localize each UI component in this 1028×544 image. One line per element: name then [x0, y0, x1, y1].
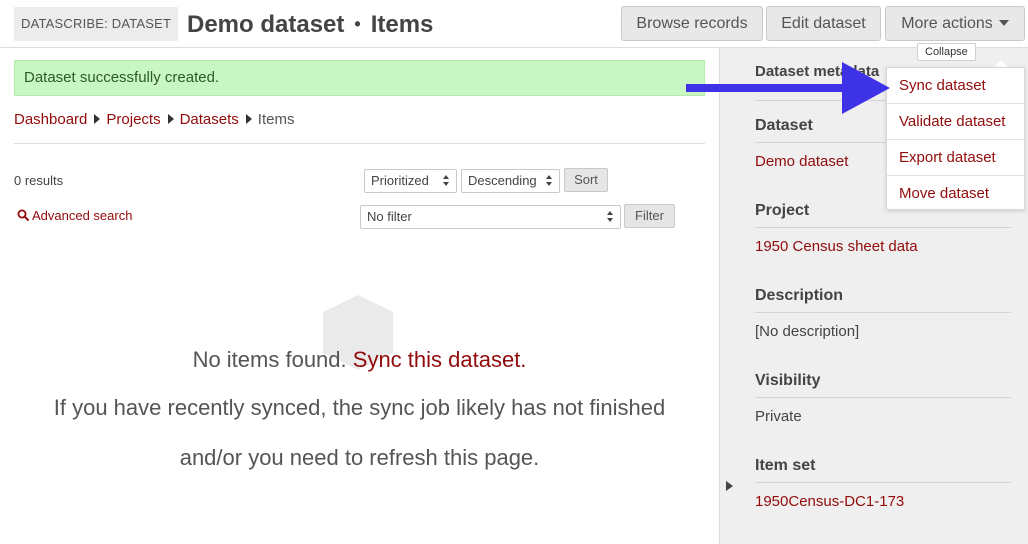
- select-arrows-icon: [546, 174, 553, 188]
- more-actions-label: More actions: [901, 15, 993, 32]
- breadcrumb-separator-icon: [167, 114, 174, 124]
- sort-button[interactable]: Sort: [564, 168, 608, 192]
- menu-item-validate-dataset[interactable]: Validate dataset: [887, 104, 1026, 140]
- success-message: Dataset successfully created.: [14, 60, 705, 96]
- empty-message-detail: If you have recently synced, the sync jo…: [53, 395, 666, 420]
- search-icon: [17, 209, 29, 221]
- menu-item-sync-dataset[interactable]: Sync dataset: [887, 68, 1026, 104]
- menu-item-move-dataset[interactable]: Move dataset: [887, 176, 1026, 212]
- breadcrumb-dashboard[interactable]: Dashboard: [14, 111, 87, 128]
- breadcrumb-projects[interactable]: Projects: [106, 111, 160, 128]
- sync-dataset-link[interactable]: Sync this dataset.: [353, 347, 527, 372]
- visibility-label: Visibility: [755, 372, 821, 389]
- sort-by-select[interactable]: Prioritized: [364, 169, 457, 193]
- select-arrows-icon: [443, 174, 450, 188]
- visibility-value: Private: [755, 408, 802, 425]
- dropdown-notch: [994, 60, 1008, 67]
- project-value-link[interactable]: 1950 Census sheet data: [755, 238, 918, 255]
- sidebar-divider: [755, 482, 1011, 483]
- more-actions-button[interactable]: More actions: [885, 6, 1025, 41]
- empty-message-detail: and/or you need to refresh this page.: [179, 445, 540, 470]
- edit-dataset-button[interactable]: Edit dataset: [766, 6, 881, 41]
- sidebar-divider: [755, 227, 1011, 228]
- select-arrows-icon: [607, 210, 614, 224]
- sort-by-value: Prioritized: [371, 173, 429, 188]
- description-value: [No description]: [755, 323, 860, 340]
- page-header: DATASCRIBE: DATASET Demo dataset • Items B…: [0, 0, 1028, 48]
- description-label: Description: [755, 287, 844, 304]
- dataset-label: Dataset: [755, 117, 813, 134]
- module-label: DATASCRIBE: DATASET: [14, 7, 179, 41]
- filter-select[interactable]: No filter: [360, 205, 621, 229]
- dataset-title: Demo dataset: [187, 11, 345, 38]
- divider: [14, 143, 705, 144]
- filter-button[interactable]: Filter: [624, 204, 675, 228]
- caret-down-icon: [998, 20, 1009, 26]
- collapse-tooltip: Collapse: [917, 43, 976, 61]
- dataset-value-link[interactable]: Demo dataset: [755, 153, 848, 170]
- breadcrumb-separator-icon: [94, 114, 101, 124]
- title-separator: •: [354, 14, 361, 34]
- empty-message-text: No items found.: [192, 347, 347, 372]
- menu-item-export-dataset[interactable]: Export dataset: [887, 140, 1026, 176]
- more-actions-menu: Sync dataset Validate dataset Export dat…: [886, 67, 1026, 212]
- project-label: Project: [755, 202, 810, 219]
- breadcrumb-separator-icon: [245, 114, 252, 124]
- breadcrumb: Dashboard Projects Datasets Items: [14, 110, 294, 130]
- boxes-icon: [323, 295, 393, 370]
- sort-order-value: Descending: [468, 173, 537, 188]
- item-set-label: Item set: [755, 457, 816, 474]
- page-title: Demo dataset • Items: [187, 8, 433, 41]
- item-set-value-link[interactable]: 1950Census-DC1-173: [755, 493, 904, 510]
- sidebar-divider: [755, 397, 1011, 398]
- breadcrumb-current: Items: [257, 111, 295, 128]
- page-subtitle: Items: [370, 11, 434, 38]
- browse-records-button[interactable]: Browse records: [621, 6, 763, 41]
- sort-order-select[interactable]: Descending: [461, 169, 560, 193]
- advanced-search-link[interactable]: Advanced search: [17, 208, 132, 223]
- sidebar-divider: [755, 312, 1011, 313]
- filter-value: No filter: [367, 209, 412, 224]
- sidebar-toggle-icon[interactable]: [726, 481, 733, 491]
- annotation-arrow-shaft: [686, 84, 856, 92]
- empty-message: No items found. Sync this dataset.: [0, 345, 719, 375]
- advanced-search-label: Advanced search: [32, 208, 133, 223]
- annotation-arrow-icon: [842, 62, 890, 114]
- results-count: 0 results: [14, 173, 64, 188]
- breadcrumb-datasets[interactable]: Datasets: [180, 111, 239, 128]
